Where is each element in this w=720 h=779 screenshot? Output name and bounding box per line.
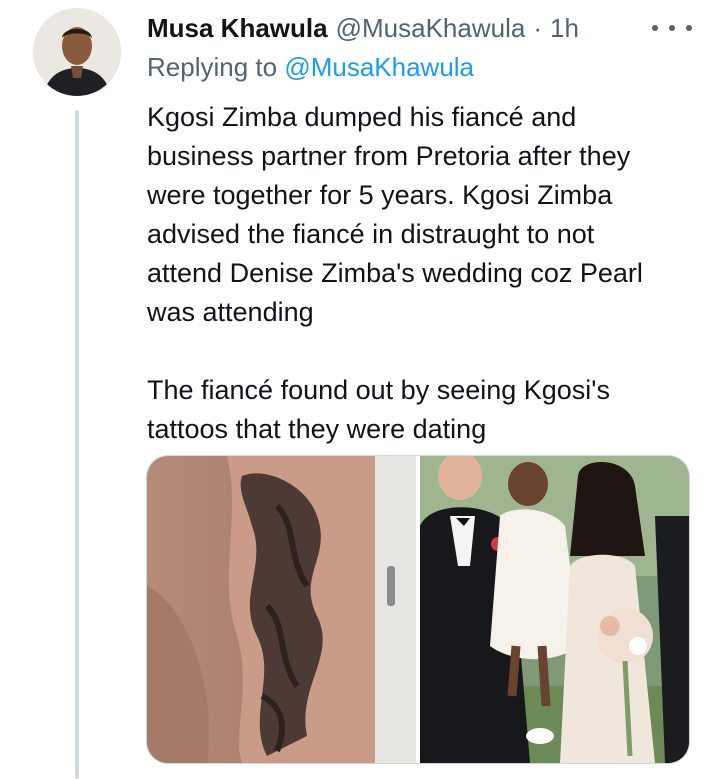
wedding-photo[interactable] xyxy=(420,456,689,763)
tattoo-photo[interactable] xyxy=(147,456,416,763)
tweet: Musa Khawula @MusaKhawula · 1h Replying … xyxy=(0,0,720,779)
author-handle[interactable]: @MusaKhawula xyxy=(336,13,526,44)
more-horizontal-icon xyxy=(669,25,675,31)
tattoo-image xyxy=(147,456,416,763)
replying-prefix: Replying to xyxy=(147,52,278,82)
thread-line xyxy=(75,110,79,779)
tweet-header: Musa Khawula @MusaKhawula · 1h xyxy=(147,10,579,46)
more-horizontal-icon xyxy=(686,25,692,31)
separator-dot: · xyxy=(533,12,542,43)
tweet-paragraph: The fiancé found out by seeing Kgosi's t… xyxy=(147,375,610,444)
wedding-image xyxy=(420,456,689,763)
more-options-button[interactable] xyxy=(652,16,692,40)
author-name[interactable]: Musa Khawula xyxy=(147,13,328,44)
tweet-paragraph: Kgosi Zimba dumped his fiancé and busine… xyxy=(147,102,643,327)
avatar-photo xyxy=(33,8,121,96)
media-grid xyxy=(146,455,690,764)
more-horizontal-icon xyxy=(652,25,658,31)
avatar[interactable] xyxy=(33,8,121,96)
timestamp[interactable]: 1h xyxy=(550,13,579,44)
replying-mention[interactable]: @MusaKhawula xyxy=(284,52,474,82)
replying-to: Replying to @MusaKhawula xyxy=(147,52,474,83)
tweet-text: Kgosi Zimba dumped his fiancé and busine… xyxy=(147,98,692,449)
